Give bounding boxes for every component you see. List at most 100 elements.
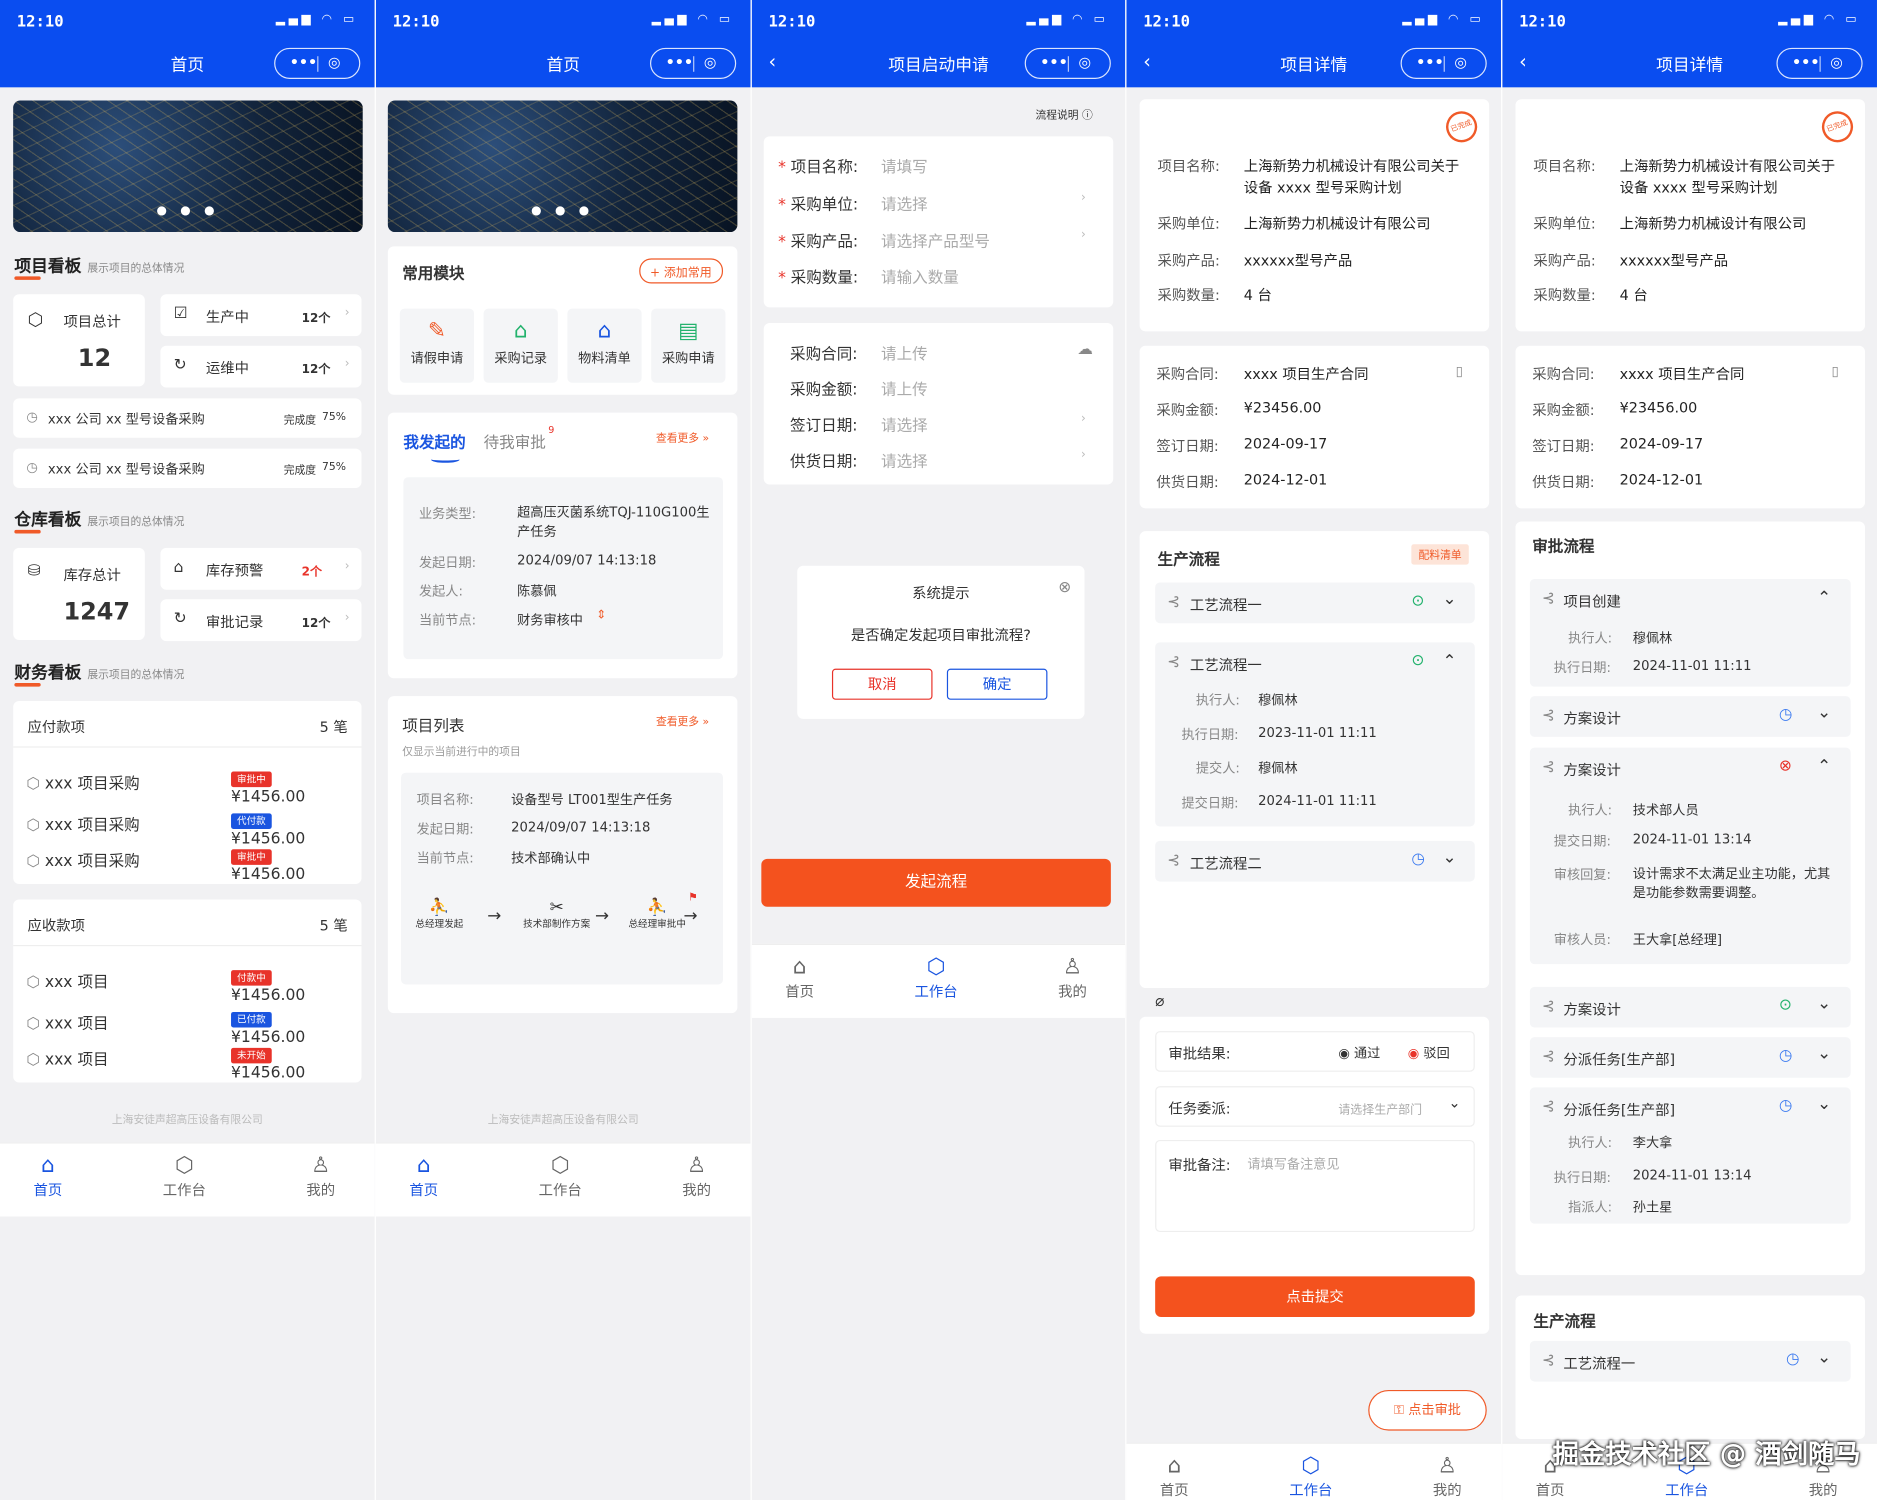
approval-step-expanded[interactable]: ⊰ 分派任务[生产部] ◷ ⌄ 执行人: 李大拿 执行日期: 2024-11-01 13:… — [1529, 1087, 1851, 1224]
mini-capsule[interactable]: ••• ◎ — [650, 47, 737, 79]
stat-maintaining[interactable]: ↻ 运维中 12个 › — [160, 345, 362, 388]
approval-step-expanded[interactable]: ⊰ 项目创建 ⌃ 执行人: 穆佩林 执行日期: 2024-11-01 11:11 — [1529, 578, 1851, 687]
approval-note-field[interactable]: 审批备注: 请填写备注意见 — [1155, 1139, 1475, 1233]
chevron-up-icon[interactable]: ⌃ — [1817, 757, 1831, 776]
stat-stock-warning[interactable]: ⌂ 库存预警 2个 › — [160, 547, 362, 590]
stock-total-card[interactable]: ⛁ 库存总计 1247 — [13, 547, 145, 640]
approval-step-expanded[interactable]: ⊰ 方案设计 ⊗ ⌃ 执行人: 技术部人员 提交日期: 2024-11-01 13:14 … — [1529, 747, 1851, 965]
target-icon[interactable]: ◎ — [1079, 54, 1092, 71]
cancel-button[interactable]: 取消 — [831, 668, 933, 700]
banner-carousel[interactable]: ● ● ● — [13, 100, 363, 233]
submit-button[interactable]: 点击提交 — [1155, 1276, 1475, 1317]
sign-date-field[interactable]: 签订日期: 请选择 › — [790, 413, 1101, 437]
project-row[interactable]: ◷ xxx 公司 xx 型号设备采购 完成度 75% — [13, 448, 362, 489]
chevron-down-icon[interactable]: ⌄ — [1817, 1348, 1831, 1367]
receivable-row[interactable]: ⬡ xxx 项目 未开始¥1456.00 — [26, 1047, 349, 1083]
view-more-link[interactable]: 查看更多 » — [656, 713, 709, 729]
tab-me[interactable]: ♙ 我的 — [1399, 1453, 1495, 1500]
banner-carousel[interactable]: ● ● ● — [387, 100, 738, 233]
tab-me[interactable]: ♙ 我的 — [273, 1153, 369, 1200]
view-more-link[interactable]: 查看更多 » — [656, 429, 709, 445]
stat-approval-record[interactable]: ↻ 审批记录 12个 › — [160, 599, 362, 642]
more-icon[interactable]: ••• — [1792, 54, 1820, 71]
mini-capsule[interactable]: ••• ◎ — [274, 47, 361, 79]
payable-row[interactable]: ⬡ xxx 项目采购 审批中¥1456.00 — [26, 848, 349, 884]
receivable-row[interactable]: ⬡ xxx 项目 付款中¥1456.00 — [26, 969, 349, 1005]
chevron-down-icon[interactable]: ⌄ — [1442, 848, 1456, 867]
tab-workbench[interactable]: ⬡ 工作台 — [1263, 1453, 1359, 1500]
material-list-tag[interactable]: 配料清单 — [1411, 544, 1469, 565]
process-step-expanded[interactable]: ⊰ 工艺流程一 ⊙ ⌃ 执行人: 穆佩林 执行日期: 2023-11-01 11:11 提… — [1155, 642, 1475, 827]
approval-step[interactable]: ⊰ 方案设计 ⊙ ⌄ — [1529, 986, 1851, 1028]
tab-workbench[interactable]: ⬡ 工作台 — [136, 1153, 232, 1200]
mini-capsule[interactable]: ••• ◎ — [1400, 47, 1487, 79]
tab-pending-approval[interactable]: 待我审批 — [484, 429, 546, 452]
project-name-field[interactable]: * 项目名称: 请填写 — [778, 154, 1101, 178]
payable-row[interactable]: ⬡ xxx 项目采购 代付款¥1456.00 — [26, 812, 349, 848]
chevron-down-icon[interactable]: ⌄ — [1817, 1094, 1831, 1113]
document-icon[interactable]: ▯ — [1832, 364, 1839, 380]
tab-home[interactable]: ⌂ 首页 — [1126, 1453, 1222, 1500]
chevron-down-icon[interactable]: ⌄ — [1817, 994, 1831, 1013]
upload-cloud-icon[interactable]: ☁ — [1077, 341, 1093, 359]
more-icon[interactable]: ••• — [290, 54, 318, 71]
more-icon[interactable]: ••• — [1040, 54, 1068, 71]
carousel-dots[interactable]: ● ● ● — [13, 205, 363, 218]
module-purchase-record[interactable]: ⌂ 采购记录 — [483, 308, 558, 383]
tab-home[interactable]: ⌂ 首页 — [376, 1153, 472, 1200]
pass-radio[interactable]: ◉ 通过 — [1338, 1043, 1380, 1062]
project-row[interactable]: ◷ xxx 公司 xx 型号设备采购 完成度 75% — [13, 398, 362, 438]
project-total-card[interactable]: ⬡ 项目总计 12 — [13, 294, 145, 387]
process-help-link[interactable]: 流程说明 ⓘ — [1035, 106, 1092, 122]
amount-field[interactable]: 采购金额: 请上传 — [790, 377, 1101, 401]
payable-row[interactable]: ⬡ xxx 项目采购 审批中¥1456.00 — [26, 770, 349, 806]
tab-me[interactable]: ♙ 我的 — [649, 1153, 745, 1200]
module-material-list[interactable]: ⌂ 物料清单 — [567, 308, 642, 383]
purchase-unit-field[interactable]: * 采购单位: 请选择 › — [778, 191, 1101, 215]
target-icon[interactable]: ◎ — [704, 54, 717, 71]
task-item[interactable]: 业务类型: 超高压灭菌系统TQJ-110G100生产任务 发起日期: 2024/… — [403, 477, 724, 660]
contract-name[interactable]: xxxx 项目生产合同 — [1620, 364, 1745, 384]
process-step[interactable]: ⊰ 工艺流程二 ◷ ⌄ — [1155, 840, 1475, 882]
tab-workbench[interactable]: ⬡ 工作台 — [888, 955, 984, 1002]
chevron-down-icon[interactable]: ⌄ — [1817, 703, 1831, 722]
chevron-up-icon[interactable]: ⌃ — [1817, 589, 1831, 608]
document-icon[interactable]: ▯ — [1456, 364, 1463, 380]
target-icon[interactable]: ◎ — [1454, 54, 1467, 71]
close-icon[interactable]: ⊗ — [1058, 579, 1071, 597]
process-step[interactable]: ⊰ 工艺流程一 ⊙ ⌄ — [1155, 582, 1475, 624]
tab-workbench[interactable]: ⬡ 工作台 — [512, 1153, 608, 1200]
contract-upload-field[interactable]: 采购合同: 请上传 ☁ — [790, 341, 1101, 365]
module-purchase-apply[interactable]: ▤ 采购申请 — [651, 308, 726, 383]
attachment-icon[interactable]: ⌀ — [1155, 993, 1164, 1011]
supply-date-field[interactable]: 供货日期: 请选择 › — [790, 449, 1101, 473]
target-icon[interactable]: ◎ — [1830, 54, 1843, 71]
process-step[interactable]: ⊰ 工艺流程一 ◷ ⌄ — [1529, 1340, 1851, 1382]
receivable-row[interactable]: ⬡ xxx 项目 已付款¥1456.00 — [26, 1011, 349, 1047]
start-process-button[interactable]: 发起流程 — [761, 858, 1111, 907]
target-icon[interactable]: ◎ — [328, 54, 341, 71]
quick-approve-button[interactable]: ⚿ 点击审批 — [1368, 1389, 1487, 1431]
tab-my-initiated[interactable]: 我发起的 — [403, 429, 465, 452]
purchase-qty-field[interactable]: * 采购数量: 请输入数量 — [778, 264, 1101, 288]
tab-me[interactable]: ♙ 我的 — [1025, 955, 1121, 1002]
reject-radio[interactable]: ◉ 驳回 — [1408, 1043, 1450, 1062]
expand-icon[interactable]: ⇕ — [596, 609, 606, 622]
mini-capsule[interactable]: ••• ◎ — [1776, 47, 1863, 79]
project-item[interactable]: 项目名称: 设备型号 LT001型生产任务 发起日期: 2024/09/07 1… — [401, 772, 724, 985]
mini-capsule[interactable]: ••• ◎ — [1024, 47, 1111, 79]
task-assign-field[interactable]: 任务委派: 请选择生产部门 ⌄ — [1155, 1086, 1475, 1127]
more-icon[interactable]: ••• — [1416, 54, 1444, 71]
more-icon[interactable]: ••• — [666, 54, 694, 71]
carousel-dots[interactable]: ● ● ● — [388, 205, 738, 218]
purchase-product-field[interactable]: * 采购产品: 请选择产品型号 › — [778, 228, 1101, 252]
contract-name[interactable]: xxxx 项目生产合同 — [1244, 364, 1369, 384]
chevron-up-icon[interactable]: ⌃ — [1442, 652, 1456, 671]
module-leave[interactable]: ✎ 请假申请 — [399, 308, 475, 383]
approval-step[interactable]: ⊰ 分派任务[生产部] ◷ ⌄ — [1529, 1037, 1851, 1078]
confirm-button[interactable]: 确定 — [946, 668, 1048, 700]
add-common-button[interactable]: + 添加常用 — [639, 258, 723, 284]
tab-home[interactable]: ⌂ 首页 — [752, 955, 848, 1002]
approval-step[interactable]: ⊰ 方案设计 ◷ ⌄ — [1529, 696, 1851, 737]
chevron-down-icon[interactable]: ⌄ — [1817, 1044, 1831, 1063]
